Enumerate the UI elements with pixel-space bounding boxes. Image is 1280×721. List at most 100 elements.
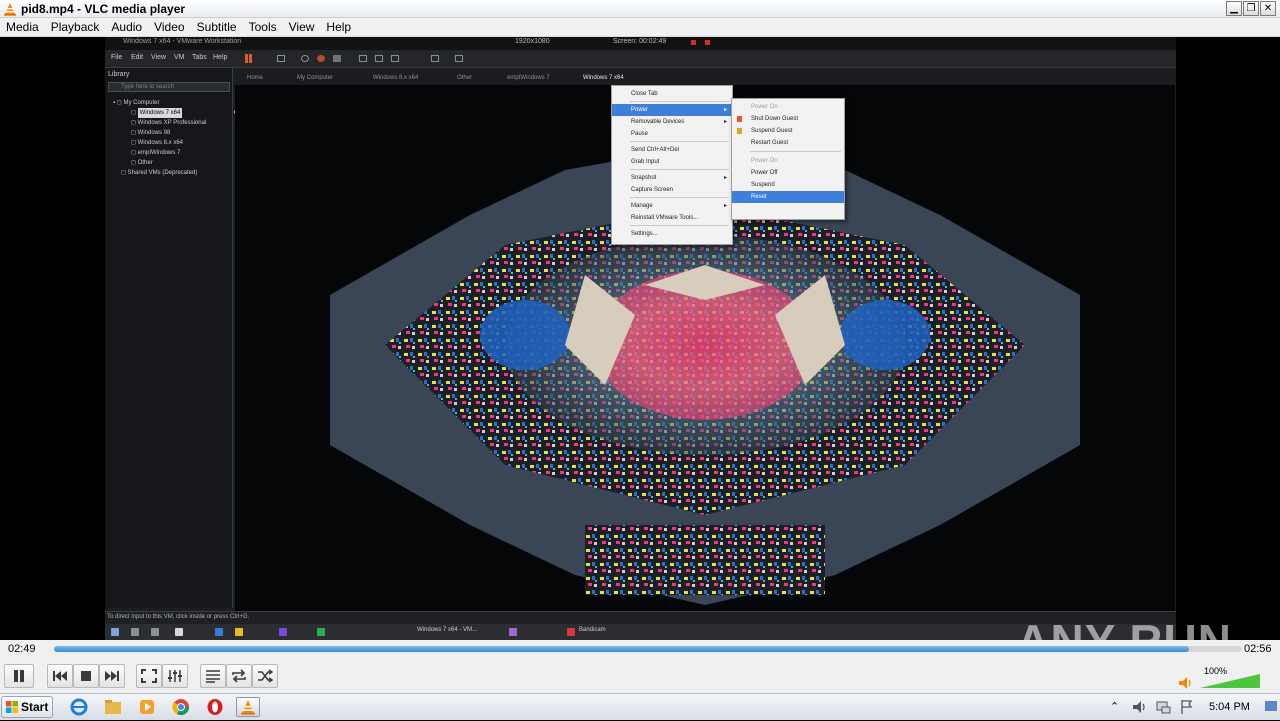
vmware-title: Windows 7 x64 - VMware Workstation [123,38,242,45]
vm-tab-win7: Windows 7 x64 [583,75,624,81]
stop-record-icon [705,40,710,45]
vmware-menu-view: View [151,54,167,61]
vmware-library-panel: Library Type here to search ▪ ◻ My Compu… [105,68,239,608]
ctx-reinstall-tools: Reinstall VMware Tools... [631,215,699,221]
pause-button[interactable] [4,664,34,688]
vmware-pause-icon [245,54,248,63]
ctx-snapshot: Snapshot ▸ [612,172,732,184]
tree-item-win8: ◻ Windows 8.x x64 [131,140,184,146]
vm-tab-other: Other [457,75,473,81]
bandicam-icon [567,628,575,636]
shuffle-icon [258,669,273,683]
window-title: pid8.mp4 - VLC media player [21,1,186,16]
vlc-cone-icon [4,2,16,16]
shutdown-icon [737,116,742,122]
menu-playback[interactable]: Playback [45,18,106,37]
vm-power-submenu: Power On Shut Down Guest Suspend Guest R… [731,98,845,220]
vmware-revert-icon [317,55,325,62]
vmware-menu-edit: Edit [131,54,144,61]
explorer-icon [105,700,121,714]
minimize-button[interactable]: ▁ [1226,1,1242,16]
start-button[interactable]: Start [1,696,53,718]
vmware-menubar: File Edit View VM Tabs Help [105,50,1176,68]
vlc-icon [241,700,255,715]
ctx-settings: Settings... [631,231,658,237]
loop-button[interactable] [226,664,252,688]
close-button[interactable]: ✕ [1260,1,1276,16]
guest-folder-icon [235,628,243,636]
ctx-separator [630,225,729,226]
tray-volume-icon[interactable] [1132,700,1148,714]
vm-guest-screen: Close Tab Power ▸ Removable Devices ▸ Paus… [235,85,1175,611]
taskbar-opera[interactable] [203,697,227,717]
menu-video[interactable]: Video [148,18,190,37]
taskbar-ie[interactable] [67,697,91,717]
library-label: Library [108,71,130,78]
menu-media[interactable]: Media [0,18,45,37]
next-icon [105,671,119,681]
vm-tab-emptwin7: emptWindows 7 [507,75,550,81]
playlist-icon [206,670,220,683]
ctx-capture-screen: Capture Screen [631,187,674,193]
library-tree: ▪ ◻ My Computer ◻ Windows 7 x64 ◻ Window… [113,98,239,178]
submenu-arrow-icon: ▸ [723,107,727,113]
tray-expand-icon[interactable]: ⌃ [1110,700,1119,713]
guest-search-icon [131,628,139,636]
suspend-icon [737,128,742,134]
menu-audio[interactable]: Audio [105,18,148,37]
volume-slider[interactable] [1200,674,1260,688]
vmware-menu-tabs: Tabs [192,54,207,61]
submenu-arrow-icon: ▸ [723,203,727,209]
vmware-menu-help: Help [213,54,228,61]
mute-button[interactable] [1176,674,1196,692]
next-button[interactable] [99,664,125,688]
elapsed-time: 02:49 [8,643,36,655]
vmware-unity-icon [391,55,399,62]
vmware-fullscreen-icon [375,55,383,62]
shut-down-guest-item: Shut Down Guest [732,113,844,125]
reset-item: Reset [732,191,844,203]
vmware-window-frame: Windows 7 x64 - VMware Workstation 1920x… [105,37,1176,640]
guest-app-icon [175,628,183,636]
fullscreen-button[interactable] [136,664,162,688]
stop-button[interactable] [73,664,99,688]
tree-item-my-computer: ▪ ◻ My Computer [113,100,160,106]
taskbar-chrome[interactable] [169,697,193,717]
anyrun-watermark: ANY RUN [1016,614,1232,640]
previous-button[interactable] [47,664,73,688]
menu-help[interactable]: Help [320,18,357,37]
ie-icon [70,698,88,716]
vmware-console-icon [455,55,463,62]
taskbar-vlc[interactable] [236,697,260,717]
menu-view[interactable]: View [283,18,321,37]
restore-button[interactable]: ❐ [1243,1,1259,16]
taskbar-media-player[interactable] [135,697,159,717]
ctx-grab-input: Grab Input [631,159,660,165]
extended-settings-icon [168,670,182,682]
ctx-separator [630,197,729,198]
guest-edge-icon [215,628,223,636]
tree-item-emptwin7: ◻ empIWindows 7 [131,150,181,156]
menu-subtitle[interactable]: Subtitle [191,18,243,37]
vmware-stretch-icon [431,55,439,62]
playlist-button[interactable] [200,664,226,688]
video-surface[interactable]: Windows 7 x64 - VMware Workstation 1920x… [0,37,1280,640]
tray-network-icon[interactable] [1156,699,1172,715]
ctx-separator [630,101,729,102]
show-desktop-icon[interactable] [1264,699,1278,715]
extended-settings-button[interactable] [162,664,188,688]
seek-slider[interactable] [54,646,1242,652]
speaker-icon [1179,677,1191,689]
tray-flag-icon[interactable] [1180,699,1194,715]
window-titlebar: pid8.mp4 - VLC media player ▁ ❐ ✕ [0,0,1280,18]
start-label: Start [21,700,49,714]
menu-bar: Media Playback Audio Video Subtitle Tool… [0,18,1280,37]
menu-tools[interactable]: Tools [243,18,283,37]
vmware-titlebar: Windows 7 x64 - VMware Workstation 1920x… [105,37,1176,50]
taskbar-explorer[interactable] [101,697,125,717]
shuffle-button[interactable] [252,664,278,688]
suspend-guest-item: Suspend Guest [732,125,844,137]
record-icon [691,40,696,45]
taskbar-clock: 5:04 PM [1209,701,1250,713]
vm-tab-win8: Windows 8.x x64 [373,75,419,81]
